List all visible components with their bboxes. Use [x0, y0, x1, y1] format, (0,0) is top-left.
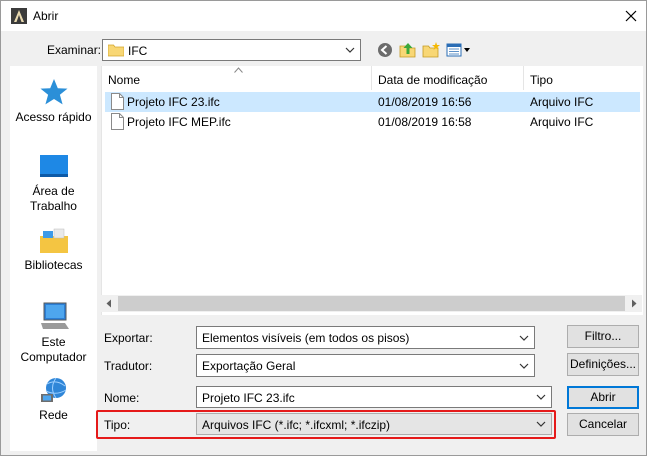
place-label: Área de Trabalho [30, 184, 77, 213]
type-label: Tipo: [104, 418, 131, 432]
look-in-combo[interactable]: IFC [102, 39, 361, 61]
place-desktop[interactable]: Área de Trabalho [10, 154, 97, 214]
title-bar: Abrir [1, 1, 646, 31]
file-name-value: Projeto IFC 23.ifc [202, 391, 295, 405]
file-row[interactable]: Projeto IFC 23.ifc 01/08/2019 16:56 Arqu… [105, 92, 640, 112]
scroll-right-icon[interactable] [630, 299, 638, 308]
chevron-down-icon [345, 47, 355, 53]
file-row[interactable]: Projeto IFC MEP.ifc 01/08/2019 16:58 Arq… [105, 112, 640, 132]
open-dialog: Abrir Examinar: IFC Acesso rápido Área d… [0, 0, 647, 456]
sort-ascending-icon [234, 67, 243, 73]
horizontal-scrollbar[interactable] [101, 295, 642, 312]
file-name: Projeto IFC 23.ifc [127, 95, 220, 109]
file-icon [111, 93, 124, 110]
computer-icon [40, 302, 69, 329]
translator-combo[interactable]: Exportação Geral [196, 354, 535, 377]
view-menu-icon[interactable] [446, 42, 472, 58]
look-in-value: IFC [128, 44, 148, 58]
network-icon [40, 377, 66, 402]
column-header-type[interactable]: Tipo [530, 73, 553, 87]
file-type-value: Arquivos IFC (*.ifc; *.ifcxml; *.ifczip) [202, 418, 391, 432]
close-button[interactable] [616, 1, 646, 31]
up-folder-icon[interactable] [399, 42, 417, 58]
export-value: Elementos visíveis (em todos os pisos) [202, 331, 410, 345]
folder-icon [108, 44, 124, 57]
place-this-pc[interactable]: Este Computador [10, 301, 97, 365]
app-icon [11, 8, 27, 24]
scroll-left-icon[interactable] [105, 299, 113, 308]
column-header-date[interactable]: Data de modificação [378, 73, 487, 87]
settings-button[interactable]: Definições... [567, 353, 639, 376]
chevron-down-icon [519, 363, 529, 369]
places-bar: Acesso rápido Área de Trabalho Bibliotec… [10, 66, 97, 451]
close-icon [625, 10, 637, 22]
translator-label: Tradutor: [104, 359, 153, 373]
translator-value: Exportação Geral [202, 359, 296, 373]
file-list: Nome Data de modificação Tipo Projeto IF… [101, 66, 643, 315]
file-date: 01/08/2019 16:56 [378, 95, 472, 109]
file-type: Arquivo IFC [530, 95, 594, 109]
place-label: Rede [39, 408, 68, 422]
scrollbar-thumb[interactable] [118, 296, 625, 311]
export-combo[interactable]: Elementos visíveis (em todos os pisos) [196, 326, 535, 349]
place-network[interactable]: Rede [10, 376, 97, 423]
file-name-input[interactable]: Projeto IFC 23.ifc [196, 386, 552, 408]
file-date: 01/08/2019 16:58 [378, 115, 472, 129]
open-button[interactable]: Abrir [567, 386, 639, 409]
look-in-label: Examinar: [47, 43, 102, 57]
libraries-icon [39, 228, 68, 253]
file-icon [111, 113, 124, 130]
place-quick-access[interactable]: Acesso rápido [10, 78, 97, 125]
column-header-name[interactable]: Nome [108, 73, 140, 87]
place-label: Este Computador [20, 335, 87, 364]
window-title: Abrir [33, 9, 59, 23]
new-folder-icon[interactable] [422, 42, 440, 58]
chevron-down-icon [536, 421, 546, 427]
back-icon[interactable] [376, 42, 394, 58]
star-icon [40, 79, 67, 105]
name-label: Nome: [104, 391, 140, 405]
place-label: Acesso rápido [15, 110, 92, 124]
column-separator[interactable] [523, 66, 524, 90]
place-label: Bibliotecas [24, 258, 83, 272]
desktop-icon [39, 155, 68, 177]
export-label: Exportar: [104, 331, 153, 345]
place-libraries[interactable]: Bibliotecas [10, 228, 97, 273]
file-type-combo[interactable]: Arquivos IFC (*.ifc; *.ifcxml; *.ifczip) [196, 413, 552, 435]
cancel-button[interactable]: Cancelar [567, 413, 639, 436]
chevron-down-icon [519, 335, 529, 341]
file-type: Arquivo IFC [530, 115, 594, 129]
column-separator[interactable] [371, 66, 372, 90]
filter-button[interactable]: Filtro... [567, 325, 639, 348]
chevron-down-icon [536, 394, 546, 400]
file-name: Projeto IFC MEP.ifc [127, 115, 231, 129]
